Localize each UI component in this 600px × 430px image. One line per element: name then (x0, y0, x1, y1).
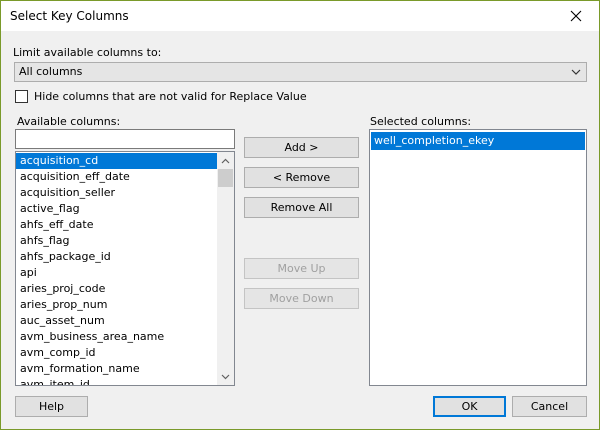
available-list-scrollbar[interactable] (217, 152, 234, 385)
title-bar: Select Key Columns (1, 1, 599, 31)
list-item[interactable]: acquisition_eff_date (16, 169, 218, 185)
remove-all-button[interactable]: Remove All (244, 197, 359, 218)
hide-invalid-label: Hide columns that are not valid for Repl… (34, 90, 307, 103)
select-key-columns-dialog: Select Key Columns Limit available colum… (0, 0, 600, 430)
available-filter-input[interactable] (15, 129, 235, 149)
add-button[interactable]: Add > (244, 137, 359, 158)
list-item[interactable]: acquisition_cd (16, 153, 218, 169)
chevron-down-icon (571, 69, 581, 75)
list-item[interactable]: avm_business_area_name (16, 329, 218, 345)
list-item[interactable]: active_flag (16, 201, 218, 217)
selected-columns-label: Selected columns: (370, 115, 472, 128)
chevron-down-icon (221, 374, 230, 379)
limit-columns-dropdown[interactable]: All columns (14, 62, 587, 82)
available-columns-list[interactable]: acquisition_cd acquisition_eff_date acquis… (15, 151, 235, 386)
list-item[interactable]: ahfs_eff_date (16, 217, 218, 233)
help-button[interactable]: Help (15, 396, 88, 417)
hide-invalid-checkbox[interactable] (15, 90, 28, 103)
scroll-down-button[interactable] (217, 368, 234, 385)
list-item[interactable]: aries_proj_code (16, 281, 218, 297)
chevron-up-icon (221, 158, 230, 163)
ok-button[interactable]: OK (433, 396, 506, 417)
list-item[interactable]: ahfs_package_id (16, 249, 218, 265)
cancel-button[interactable]: Cancel (512, 396, 587, 417)
available-items-container: acquisition_cd acquisition_eff_date acquis… (16, 153, 218, 385)
available-columns-label: Available columns: (17, 115, 121, 128)
scroll-up-button[interactable] (217, 152, 234, 169)
list-item[interactable]: aries_prop_num (16, 297, 218, 313)
list-item[interactable]: acquisition_seller (16, 185, 218, 201)
close-button[interactable] (553, 1, 599, 31)
dialog-title: Select Key Columns (10, 9, 129, 23)
limit-columns-value: All columns (19, 65, 83, 78)
selected-columns-list[interactable]: well_completion_ekey (369, 129, 587, 386)
list-item[interactable]: well_completion_ekey (371, 132, 585, 150)
list-item[interactable]: ahfs_flag (16, 233, 218, 249)
limit-columns-label: Limit available columns to: (13, 46, 162, 59)
close-icon (570, 10, 582, 22)
list-item[interactable]: avm_item_id (16, 377, 218, 385)
list-item[interactable]: avm_formation_name (16, 361, 218, 377)
scrollbar-thumb[interactable] (218, 169, 233, 187)
list-item[interactable]: api (16, 265, 218, 281)
list-item[interactable]: auc_asset_num (16, 313, 218, 329)
move-up-button[interactable]: Move Up (244, 258, 359, 279)
list-item[interactable]: avm_comp_id (16, 345, 218, 361)
move-down-button[interactable]: Move Down (244, 288, 359, 309)
remove-button[interactable]: < Remove (244, 167, 359, 188)
